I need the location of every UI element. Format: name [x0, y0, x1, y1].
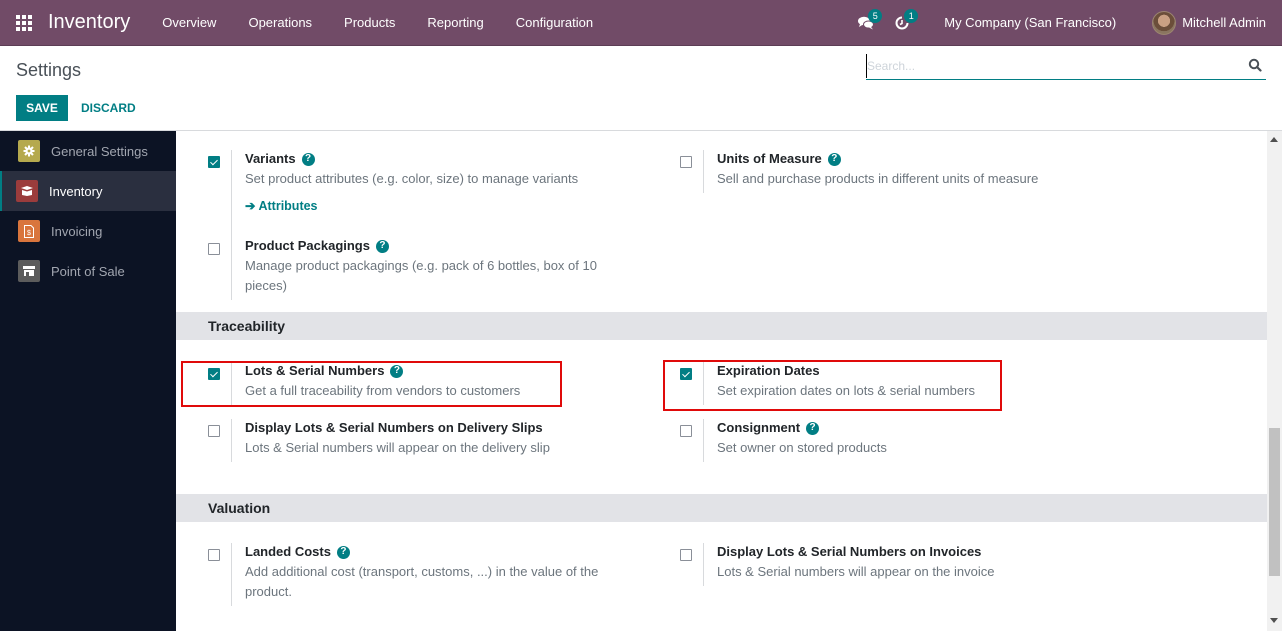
settings-content: Variants? Set product attributes (e.g. c… [176, 131, 1267, 631]
section-title-valuation: Valuation [176, 494, 1267, 522]
menu-products[interactable]: Products [328, 15, 411, 30]
messages-button[interactable]: 5 [848, 0, 884, 46]
setting-description: Lots & Serial numbers will appear on the… [717, 564, 995, 579]
control-panel: Settings SAVE DISCARD [0, 46, 1282, 131]
gear-icon [18, 140, 40, 162]
sidebar-item-label: General Settings [51, 143, 148, 159]
svg-text:$: $ [27, 230, 31, 237]
apps-menu-icon[interactable] [16, 14, 34, 32]
setting-description: Lots & Serial numbers will appear on the… [245, 440, 550, 455]
menu-configuration[interactable]: Configuration [500, 15, 609, 30]
lots-on-invoices-checkbox[interactable] [680, 549, 692, 561]
setting-description: Add additional cost (transport, customs,… [245, 564, 599, 599]
setting-description: Set expiration dates on lots & serial nu… [717, 383, 975, 398]
menu-operations[interactable]: Operations [232, 15, 328, 30]
help-icon[interactable]: ? [806, 421, 820, 435]
units-of-measure-checkbox[interactable] [680, 156, 692, 168]
discard-button[interactable]: DISCARD [74, 95, 143, 121]
expiration-dates-checkbox[interactable] [680, 368, 692, 380]
attributes-link-label: Attributes [258, 199, 318, 213]
help-icon[interactable]: ? [336, 545, 350, 559]
invoice-icon: $ [18, 220, 40, 242]
setting-label: Units of Measure [717, 151, 822, 166]
help-icon[interactable]: ? [390, 364, 404, 378]
landed-costs-checkbox[interactable] [208, 549, 220, 561]
content-scrollbar[interactable] [1267, 131, 1282, 631]
sidebar-item-invoicing[interactable]: $ Invoicing [0, 211, 176, 251]
messages-count-badge: 5 [868, 8, 883, 23]
setting-description: Manage product packagings (e.g. pack of … [245, 258, 597, 293]
avatar [1152, 10, 1177, 35]
user-menu[interactable]: Mitchell Admin [1152, 10, 1266, 35]
help-icon[interactable]: ? [375, 239, 389, 253]
sidebar-item-label: Inventory [49, 183, 103, 199]
setting-description: Set product attributes (e.g. color, size… [245, 171, 579, 186]
product-packagings-checkbox[interactable] [208, 243, 220, 255]
arrow-right-icon: ➔ [245, 199, 259, 213]
help-icon[interactable]: ? [827, 152, 841, 166]
sidebar-item-inventory[interactable]: Inventory [0, 171, 176, 211]
store-icon [18, 260, 40, 282]
setting-label: Lots & Serial Numbers [245, 363, 385, 378]
top-navbar: Inventory Overview Operations Products R… [0, 0, 1282, 46]
search-bar [866, 54, 1266, 80]
page-title: Settings [16, 60, 82, 80]
lots-serial-numbers-checkbox[interactable] [208, 368, 220, 380]
lots-on-delivery-slips-checkbox[interactable] [208, 425, 220, 437]
user-name: Mitchell Admin [1182, 15, 1266, 30]
help-icon[interactable]: ? [301, 152, 315, 166]
setting-label: Variants [245, 151, 296, 166]
activities-count-badge: 1 [904, 8, 919, 23]
section-title-traceability: Traceability [176, 312, 1267, 340]
setting-label: Expiration Dates [717, 363, 820, 378]
company-switcher[interactable]: My Company (San Francisco) [944, 15, 1116, 30]
scroll-down-arrow-icon[interactable] [1270, 618, 1278, 623]
setting-label: Product Packagings [245, 238, 370, 253]
sidebar-item-label: Invoicing [51, 223, 103, 239]
menu-reporting[interactable]: Reporting [411, 15, 499, 30]
setting-label: Display Lots & Serial Numbers on Deliver… [245, 420, 543, 435]
consignment-checkbox[interactable] [680, 425, 692, 437]
setting-description: Sell and purchase products in different … [717, 171, 1039, 186]
sidebar-item-label: Point of Sale [51, 263, 125, 279]
sidebar-item-general-settings[interactable]: General Settings [0, 131, 176, 171]
setting-label: Consignment [717, 420, 801, 435]
save-button[interactable]: SAVE [16, 95, 68, 121]
settings-sidebar: General Settings Inventory $ Invoicing P… [0, 131, 176, 631]
search-input[interactable] [866, 54, 1236, 78]
menu-overview[interactable]: Overview [146, 15, 232, 30]
search-icon[interactable] [1248, 58, 1262, 72]
setting-label: Display Lots & Serial Numbers on Invoice… [717, 544, 982, 559]
box-icon [16, 180, 38, 202]
scroll-up-arrow-icon[interactable] [1270, 137, 1278, 142]
setting-label: Landed Costs [245, 544, 331, 559]
activities-button[interactable]: 1 [884, 0, 920, 46]
scrollbar-thumb[interactable] [1269, 428, 1280, 576]
variants-checkbox[interactable] [208, 156, 220, 168]
sidebar-item-point-of-sale[interactable]: Point of Sale [0, 251, 176, 291]
attributes-link[interactable]: ➔ Attributes [245, 198, 318, 213]
setting-description: Get a full traceability from vendors to … [245, 383, 521, 398]
app-brand[interactable]: Inventory [48, 11, 130, 34]
setting-description: Set owner on stored products [717, 440, 887, 455]
